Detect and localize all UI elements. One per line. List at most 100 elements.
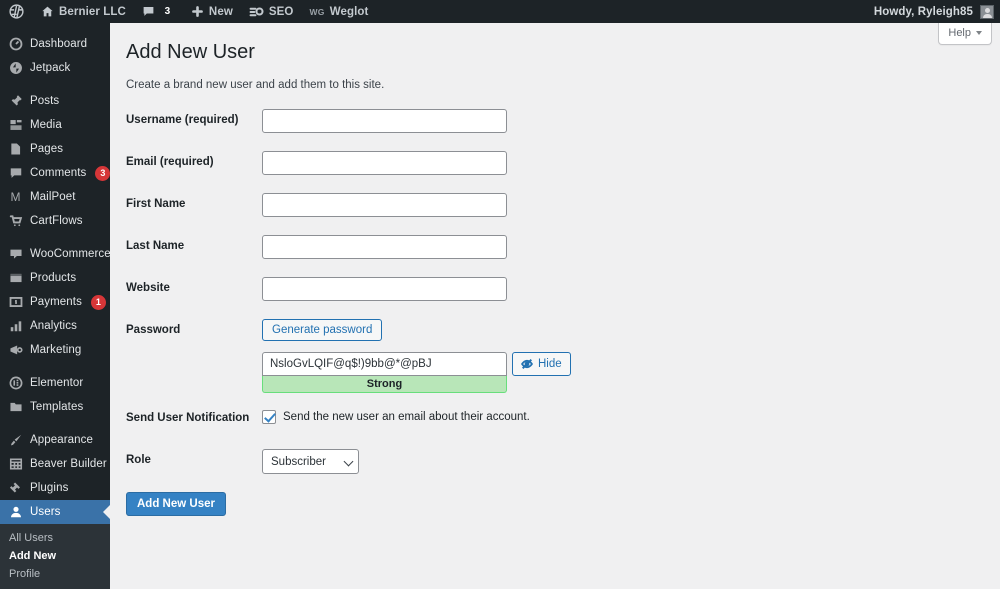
sidebar-item-marketing[interactable]: Marketing [0, 338, 110, 362]
comments-menu[interactable]: 3 [134, 0, 183, 23]
website-label: Website [126, 282, 170, 294]
sidebar-item-comments[interactable]: Comments 3 [0, 161, 111, 185]
sidebar-item-elementor[interactable]: Elementor [0, 371, 110, 395]
send-user-notification-label: Send User Notification [126, 412, 250, 424]
main-content: Help Add New User Create a brand new use… [110, 23, 1000, 574]
help-tab-button[interactable]: Help [938, 23, 992, 45]
users-submenu: All Users Add New Profile [0, 524, 110, 589]
form-row-send-user-notification: Send User Notification Send the new user… [110, 407, 1000, 431]
sidebar-item-beaver-builder[interactable]: Beaver Builder [0, 452, 110, 476]
email-label: Email (required) [126, 156, 214, 168]
sidebar-item-cartflows[interactable]: CartFlows [0, 209, 110, 233]
sidebar-label: Pages [30, 143, 64, 155]
sidebar-label: Posts [30, 95, 60, 107]
user-icon [8, 505, 23, 520]
email-input[interactable] [262, 151, 507, 175]
seo-menu[interactable]: SEO [241, 0, 302, 23]
howdy-label: Howdy, Ryleigh85 [873, 5, 973, 18]
sidebar-label: Plugins [30, 482, 69, 494]
sidebar-item-woocommerce[interactable]: WooCommerce [0, 242, 111, 266]
sidebar-label: Media [30, 119, 62, 131]
sidebar-label: MailPoet [30, 191, 76, 203]
form-row-password: Password Generate password Strong [110, 319, 1000, 393]
weglot-menu[interactable]: WG Weglot [301, 0, 376, 23]
weglot-label: Weglot [329, 5, 369, 18]
send-notification-checkbox-row[interactable]: Send the new user an email about their a… [262, 407, 1000, 424]
generate-password-button[interactable]: Generate password [262, 319, 383, 341]
sidebar-label: Dashboard [30, 38, 88, 50]
wordpress-logo-menu[interactable] [0, 0, 33, 23]
password-strength-indicator: Strong [262, 376, 507, 393]
form-row-website: Website [110, 277, 1000, 301]
send-notification-text: Send the new user an email about their a… [283, 411, 530, 423]
add-new-user-submit-button[interactable]: Add New User [126, 492, 226, 516]
sidebar-label: Products [30, 272, 77, 284]
form-row-last-name: Last Name [110, 235, 1000, 259]
cartflows-icon [8, 214, 23, 229]
send-notification-checkbox[interactable] [262, 410, 276, 424]
page-title: Add New User [126, 41, 255, 63]
comments-badge: 3 [95, 165, 111, 181]
password-input[interactable] [262, 352, 507, 376]
sidebar-item-mailpoet[interactable]: M MailPoet [0, 185, 110, 209]
comments-count: 3 [164, 6, 171, 17]
sidebar-item-appearance[interactable]: Appearance [0, 428, 110, 452]
sidebar-label: Users [30, 506, 61, 518]
elementor-icon [8, 376, 23, 391]
seo-icon [249, 5, 264, 18]
avatar-icon [980, 4, 994, 19]
sidebar-item-users[interactable]: Users [0, 500, 110, 524]
sidebar-label: WooCommerce [30, 248, 111, 260]
submenu-item-profile[interactable]: Profile [0, 565, 110, 583]
username-input[interactable] [262, 109, 507, 133]
role-label: Role [126, 454, 151, 466]
sidebar-item-posts[interactable]: Posts [0, 89, 110, 113]
username-label: Username (required) [126, 114, 239, 126]
sidebar-item-analytics[interactable]: Analytics [0, 314, 110, 338]
menu-separator [0, 233, 110, 242]
sidebar-item-products[interactable]: Products [0, 266, 110, 290]
new-content-menu[interactable]: New [183, 0, 241, 23]
form-row-first-name: First Name [110, 193, 1000, 217]
menu-separator [0, 23, 110, 32]
form-row-username: Username (required) [110, 109, 1000, 133]
submenu-item-add-new[interactable]: Add New [0, 547, 110, 565]
hide-password-button[interactable]: Hide [512, 352, 571, 376]
sidebar-label: Payments [30, 296, 82, 308]
mailpoet-icon: M [10, 190, 21, 204]
my-account-menu[interactable]: Howdy, Ryleigh85 [873, 4, 1000, 19]
eye-slash-icon [521, 358, 533, 370]
role-select[interactable]: Subscriber Contributor Author Editor Adm… [262, 449, 359, 474]
site-name-menu[interactable]: Bernier LLC [33, 0, 134, 23]
sidebar-item-media[interactable]: Media [0, 113, 110, 137]
sidebar-item-pages[interactable]: Pages [0, 137, 110, 161]
last-name-input[interactable] [262, 235, 507, 259]
submit-row: Add New User [126, 492, 1000, 516]
products-icon [8, 271, 23, 286]
plus-icon [191, 5, 204, 18]
sidebar-item-jetpack[interactable]: Jetpack [0, 56, 110, 80]
password-field-group: Strong [262, 352, 507, 393]
analytics-bars-icon [8, 319, 23, 334]
role-select-wrapper: Subscriber Contributor Author Editor Adm… [262, 449, 359, 474]
sidebar-item-dashboard[interactable]: Dashboard [0, 32, 110, 56]
megaphone-icon [8, 343, 23, 358]
menu-separator [0, 362, 110, 371]
submenu-item-all-users[interactable]: All Users [0, 529, 110, 547]
comment-bubble-icon [142, 5, 155, 18]
sidebar-label: Templates [30, 401, 84, 413]
pages-icon [8, 142, 23, 157]
sidebar-item-templates[interactable]: Templates [0, 395, 110, 419]
sidebar-label: Elementor [30, 377, 84, 389]
sidebar-item-payments[interactable]: Payments 1 [0, 290, 110, 314]
plug-icon [8, 481, 23, 496]
password-label: Password [126, 324, 181, 336]
sidebar-label: Beaver Builder [30, 458, 107, 470]
first-name-input[interactable] [262, 193, 507, 217]
menu-separator [0, 80, 110, 89]
wordpress-logo-icon [9, 4, 24, 19]
sidebar-item-plugins[interactable]: Plugins [0, 476, 110, 500]
website-input[interactable] [262, 277, 507, 301]
pin-icon [8, 94, 23, 109]
sidebar-label: CartFlows [30, 215, 83, 227]
